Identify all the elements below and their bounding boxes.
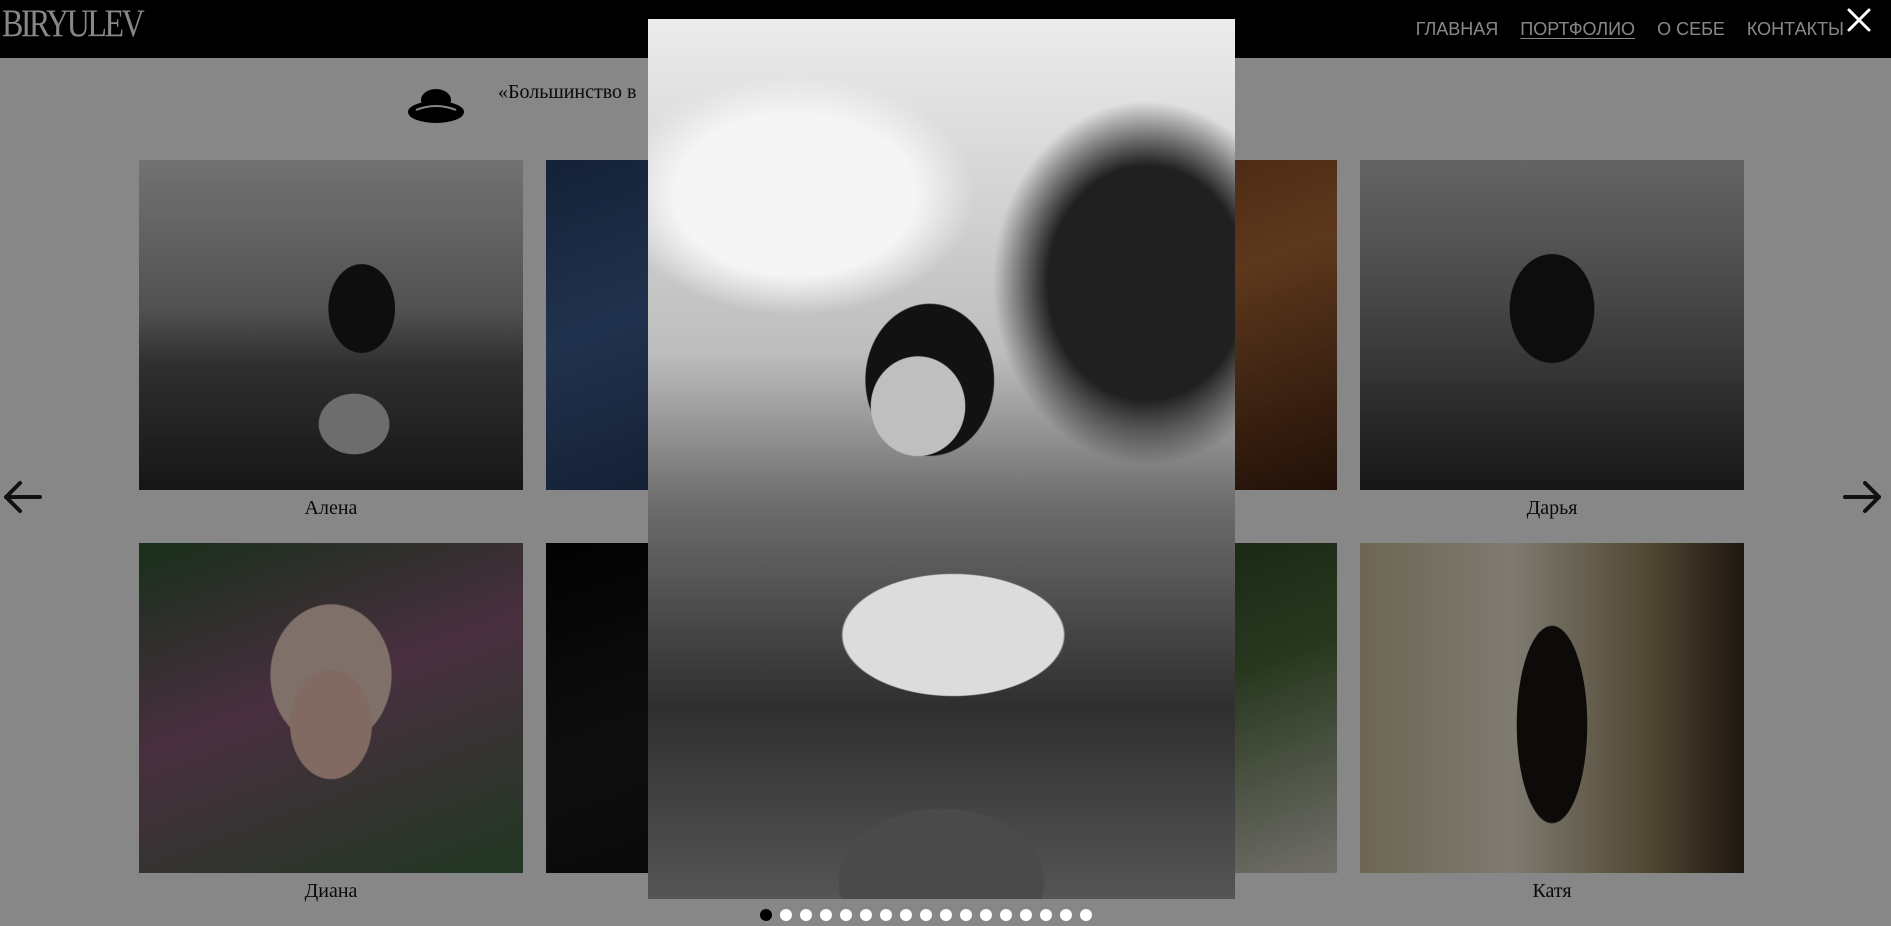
slide-dot[interactable] xyxy=(780,909,792,921)
slide-dot[interactable] xyxy=(900,909,912,921)
slide-dot[interactable] xyxy=(1020,909,1032,921)
slide-dot[interactable] xyxy=(1060,909,1072,921)
slide-dot[interactable] xyxy=(1040,909,1052,921)
slide-dot[interactable] xyxy=(980,909,992,921)
slide-dot[interactable] xyxy=(880,909,892,921)
slide-dot[interactable] xyxy=(800,909,812,921)
slide-dot[interactable] xyxy=(760,909,772,921)
slide-dot[interactable] xyxy=(840,909,852,921)
slide-dot[interactable] xyxy=(1080,909,1092,921)
arrow-right-icon[interactable] xyxy=(1841,479,1885,515)
slide-dots xyxy=(760,909,1092,921)
slide-dot[interactable] xyxy=(820,909,832,921)
close-icon[interactable] xyxy=(1845,6,1873,34)
slide-dot[interactable] xyxy=(1000,909,1012,921)
slide-dot[interactable] xyxy=(960,909,972,921)
slide-dot[interactable] xyxy=(920,909,932,921)
slide-dot[interactable] xyxy=(940,909,952,921)
arrow-left-icon[interactable] xyxy=(0,479,44,515)
lightbox-photo[interactable] xyxy=(648,19,1235,899)
slide-dot[interactable] xyxy=(860,909,872,921)
